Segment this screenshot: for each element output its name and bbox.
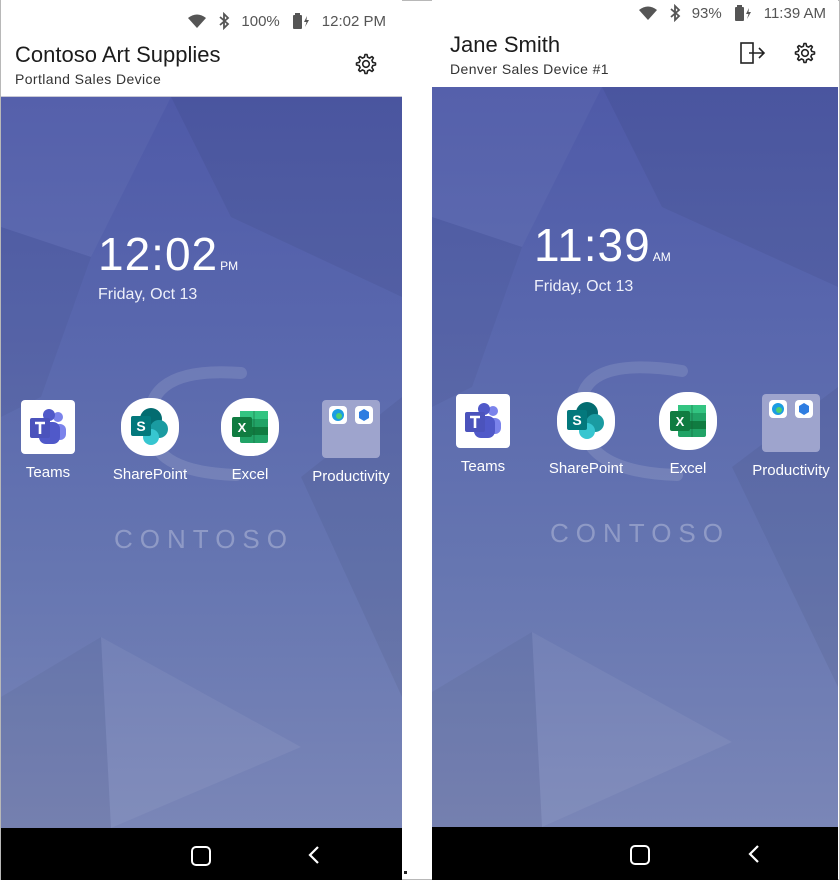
status-bar: 93% 11:39 AM	[638, 4, 826, 22]
app-teams[interactable]: Teams	[433, 394, 533, 475]
app-excel[interactable]: X Excel	[638, 392, 738, 477]
app-sharepoint[interactable]: S SharePoint	[536, 392, 636, 477]
app-label: Excel	[669, 460, 707, 477]
battery-percent: 93%	[691, 4, 722, 22]
app-label: Productivity	[312, 468, 390, 485]
excel-icon: X	[232, 411, 268, 443]
clock-digits: 11:39	[534, 219, 651, 271]
teams-tile	[21, 400, 75, 454]
svg-text:X: X	[238, 420, 247, 435]
settings-gear-icon	[355, 53, 377, 75]
company-portal-icon	[795, 400, 813, 418]
teams-tile	[456, 394, 510, 448]
app-label: Teams	[25, 464, 71, 481]
wifi-icon	[638, 6, 657, 20]
contoso-logo: CONTOSO	[114, 524, 294, 554]
teams-icon	[465, 403, 501, 438]
bluetooth-icon	[670, 4, 681, 22]
app-folder-productivity[interactable]: Productivity	[301, 400, 401, 485]
app-teams[interactable]: Teams	[1, 400, 98, 481]
phone-right: 93% 11:39 AM Jane Smith Denver Sales Dev…	[432, 0, 838, 880]
app-sharepoint[interactable]: S SharePoint	[100, 398, 200, 483]
org-title: Contoso Art Supplies	[15, 42, 221, 67]
header: 100% 12:02 PM Contoso Art Supplies Portl…	[1, 0, 402, 97]
productivity-folder-tile	[322, 400, 380, 458]
svg-text:S: S	[572, 412, 581, 428]
app-folder-productivity[interactable]: Productivity	[741, 394, 838, 479]
phone-left: 100% 12:02 PM Contoso Art Supplies Portl…	[1, 0, 402, 880]
productivity-folder-tile	[762, 394, 820, 452]
teams-icon	[30, 409, 66, 444]
excel-tile: X	[659, 392, 717, 450]
clock-time: 12:02 PM	[98, 227, 238, 281]
wallpaper: 12:02 PM Friday, Oct 13 CONTOSO Teams S …	[1, 97, 402, 828]
wifi-icon	[188, 14, 207, 28]
excel-icon: X	[670, 405, 706, 437]
back-icon[interactable]	[307, 845, 321, 865]
edge-icon	[769, 400, 787, 418]
settings-gear-icon	[794, 42, 816, 64]
device-name: Portland Sales Device	[15, 71, 162, 87]
sharepoint-icon: S	[567, 402, 604, 439]
device-name: Denver Sales Device #1	[450, 61, 609, 77]
app-label: SharePoint	[548, 460, 624, 477]
home-icon[interactable]	[191, 846, 211, 866]
sharepoint-tile: S	[557, 392, 615, 450]
clock-digits: 12:02	[98, 228, 219, 280]
app-label: Productivity	[752, 462, 830, 479]
back-icon[interactable]	[747, 844, 761, 864]
clock-ampm: PM	[220, 259, 239, 273]
wallpaper: 11:39 AM Friday, Oct 13 CONTOSO Teams S …	[432, 87, 838, 827]
user-name: Jane Smith	[450, 32, 561, 57]
bluetooth-icon	[219, 12, 230, 30]
sharepoint-tile: S	[121, 398, 179, 456]
company-portal-icon	[355, 406, 373, 424]
sign-out-icon	[740, 42, 766, 64]
contoso-logo: CONTOSO	[550, 518, 730, 548]
status-time: 11:39 AM	[763, 4, 826, 22]
home-icon[interactable]	[630, 845, 650, 865]
excel-tile: X	[221, 398, 279, 456]
app-label: SharePoint	[112, 466, 188, 483]
nav-bar	[1, 828, 402, 880]
status-bar: 100% 12:02 PM	[187, 12, 386, 30]
sharepoint-icon: S	[131, 408, 168, 445]
svg-text:X: X	[676, 414, 685, 429]
sign-out-button[interactable]	[738, 38, 768, 68]
battery-percent: 100%	[241, 12, 280, 30]
clock-time: 11:39 AM	[534, 218, 671, 272]
app-label: Teams	[460, 458, 506, 475]
app-label: Excel	[231, 466, 269, 483]
clock-date: Friday, Oct 13	[534, 278, 634, 295]
status-time: 12:02 PM	[321, 12, 386, 30]
clock-ampm: AM	[652, 250, 671, 264]
svg-text:S: S	[136, 418, 145, 434]
separator-dot	[404, 871, 407, 874]
header: 93% 11:39 AM Jane Smith Denver Sales Dev…	[432, 0, 838, 86]
edge-icon	[329, 406, 347, 424]
clock-date: Friday, Oct 13	[98, 286, 198, 303]
app-excel[interactable]: X Excel	[200, 398, 300, 483]
battery-charging-icon	[734, 5, 751, 21]
settings-button[interactable]	[790, 38, 820, 68]
nav-bar	[432, 827, 838, 880]
battery-charging-icon	[292, 13, 309, 29]
settings-button[interactable]	[351, 49, 381, 79]
